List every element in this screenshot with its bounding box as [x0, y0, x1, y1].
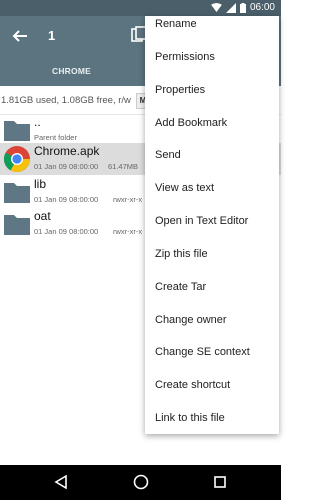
- tab-chrome[interactable]: CHROME: [52, 66, 91, 76]
- menu-item-create-shortcut[interactable]: Create shortcut: [145, 370, 279, 402]
- menu-item-label: Send: [155, 149, 181, 161]
- signal-icon: [225, 2, 236, 13]
- menu-item-label: Zip this file: [155, 248, 208, 260]
- file-permissions: rwxr-xr-x: [113, 195, 143, 204]
- menu-item-label: Add Bookmark: [155, 117, 228, 129]
- navigation-bar: [0, 465, 281, 500]
- menu-item-label: Open in Text Editor: [155, 215, 249, 227]
- menu-item-label: Rename: [155, 18, 197, 30]
- file-name: ..: [34, 115, 41, 129]
- menu-item-zip[interactable]: Zip this file: [145, 239, 279, 271]
- menu-item-label: Change SE context: [155, 346, 250, 358]
- storage-info: 1.81GB used, 1.08GB free, r/w: [1, 95, 131, 106]
- chrome-icon: [3, 146, 30, 172]
- file-size: 61.47MB: [108, 162, 139, 171]
- file-date: 01 Jan 09 08:00:00: [34, 227, 99, 236]
- folder-icon: [4, 183, 30, 203]
- menu-item-rename[interactable]: Rename: [145, 16, 279, 41]
- menu-item-send[interactable]: Send: [145, 140, 279, 172]
- nav-home-icon[interactable]: [133, 474, 149, 490]
- folder-icon: [4, 215, 30, 235]
- folder-icon: [4, 121, 30, 141]
- file-date: 01 Jan 09 08:00:00: [34, 162, 99, 171]
- file-name: oat: [34, 209, 51, 223]
- back-arrow-icon[interactable]: [10, 26, 30, 46]
- file-permissions: rwxr-xr-x: [113, 227, 143, 236]
- status-time: 06:00: [249, 2, 275, 13]
- menu-item-change-se-context[interactable]: Change SE context: [145, 337, 279, 369]
- menu-item-permissions[interactable]: Permissions: [145, 42, 279, 74]
- menu-item-view-as-text[interactable]: View as text: [145, 173, 279, 205]
- menu-item-label: Permissions: [155, 51, 215, 63]
- menu-item-label: Change owner: [155, 314, 227, 326]
- menu-item-label: View as text: [155, 182, 215, 194]
- menu-item-label: Create Tar: [155, 281, 207, 293]
- file-name: lib: [34, 177, 47, 191]
- selection-count: 1: [48, 28, 56, 43]
- menu-item-label: Create shortcut: [155, 379, 231, 391]
- nav-recent-apps-icon[interactable]: [214, 476, 226, 488]
- menu-item-label: Link to this file: [155, 412, 225, 424]
- file-name: Chrome.apk: [34, 144, 100, 158]
- file-date: 01 Jan 09 08:00:00: [34, 195, 99, 204]
- wifi-icon: [211, 3, 222, 12]
- menu-item-create-tar[interactable]: Create Tar: [145, 272, 279, 304]
- nav-back-icon[interactable]: [54, 475, 68, 489]
- menu-item-link-to-file[interactable]: Link to this file: [145, 403, 279, 434]
- menu-item-add-bookmark[interactable]: Add Bookmark: [145, 108, 279, 140]
- menu-item-change-owner[interactable]: Change owner: [145, 305, 279, 337]
- battery-icon: [239, 2, 246, 13]
- context-menu: Rename Permissions Properties Add Bookma…: [145, 16, 279, 434]
- status-icons: 06:00: [211, 2, 275, 13]
- file-subtitle: Parent folder: [34, 133, 77, 142]
- menu-item-label: Properties: [155, 84, 206, 96]
- menu-item-open-in-text-editor[interactable]: Open in Text Editor: [145, 206, 279, 238]
- status-bar: 06:00: [0, 0, 281, 16]
- menu-item-properties[interactable]: Properties: [145, 75, 279, 107]
